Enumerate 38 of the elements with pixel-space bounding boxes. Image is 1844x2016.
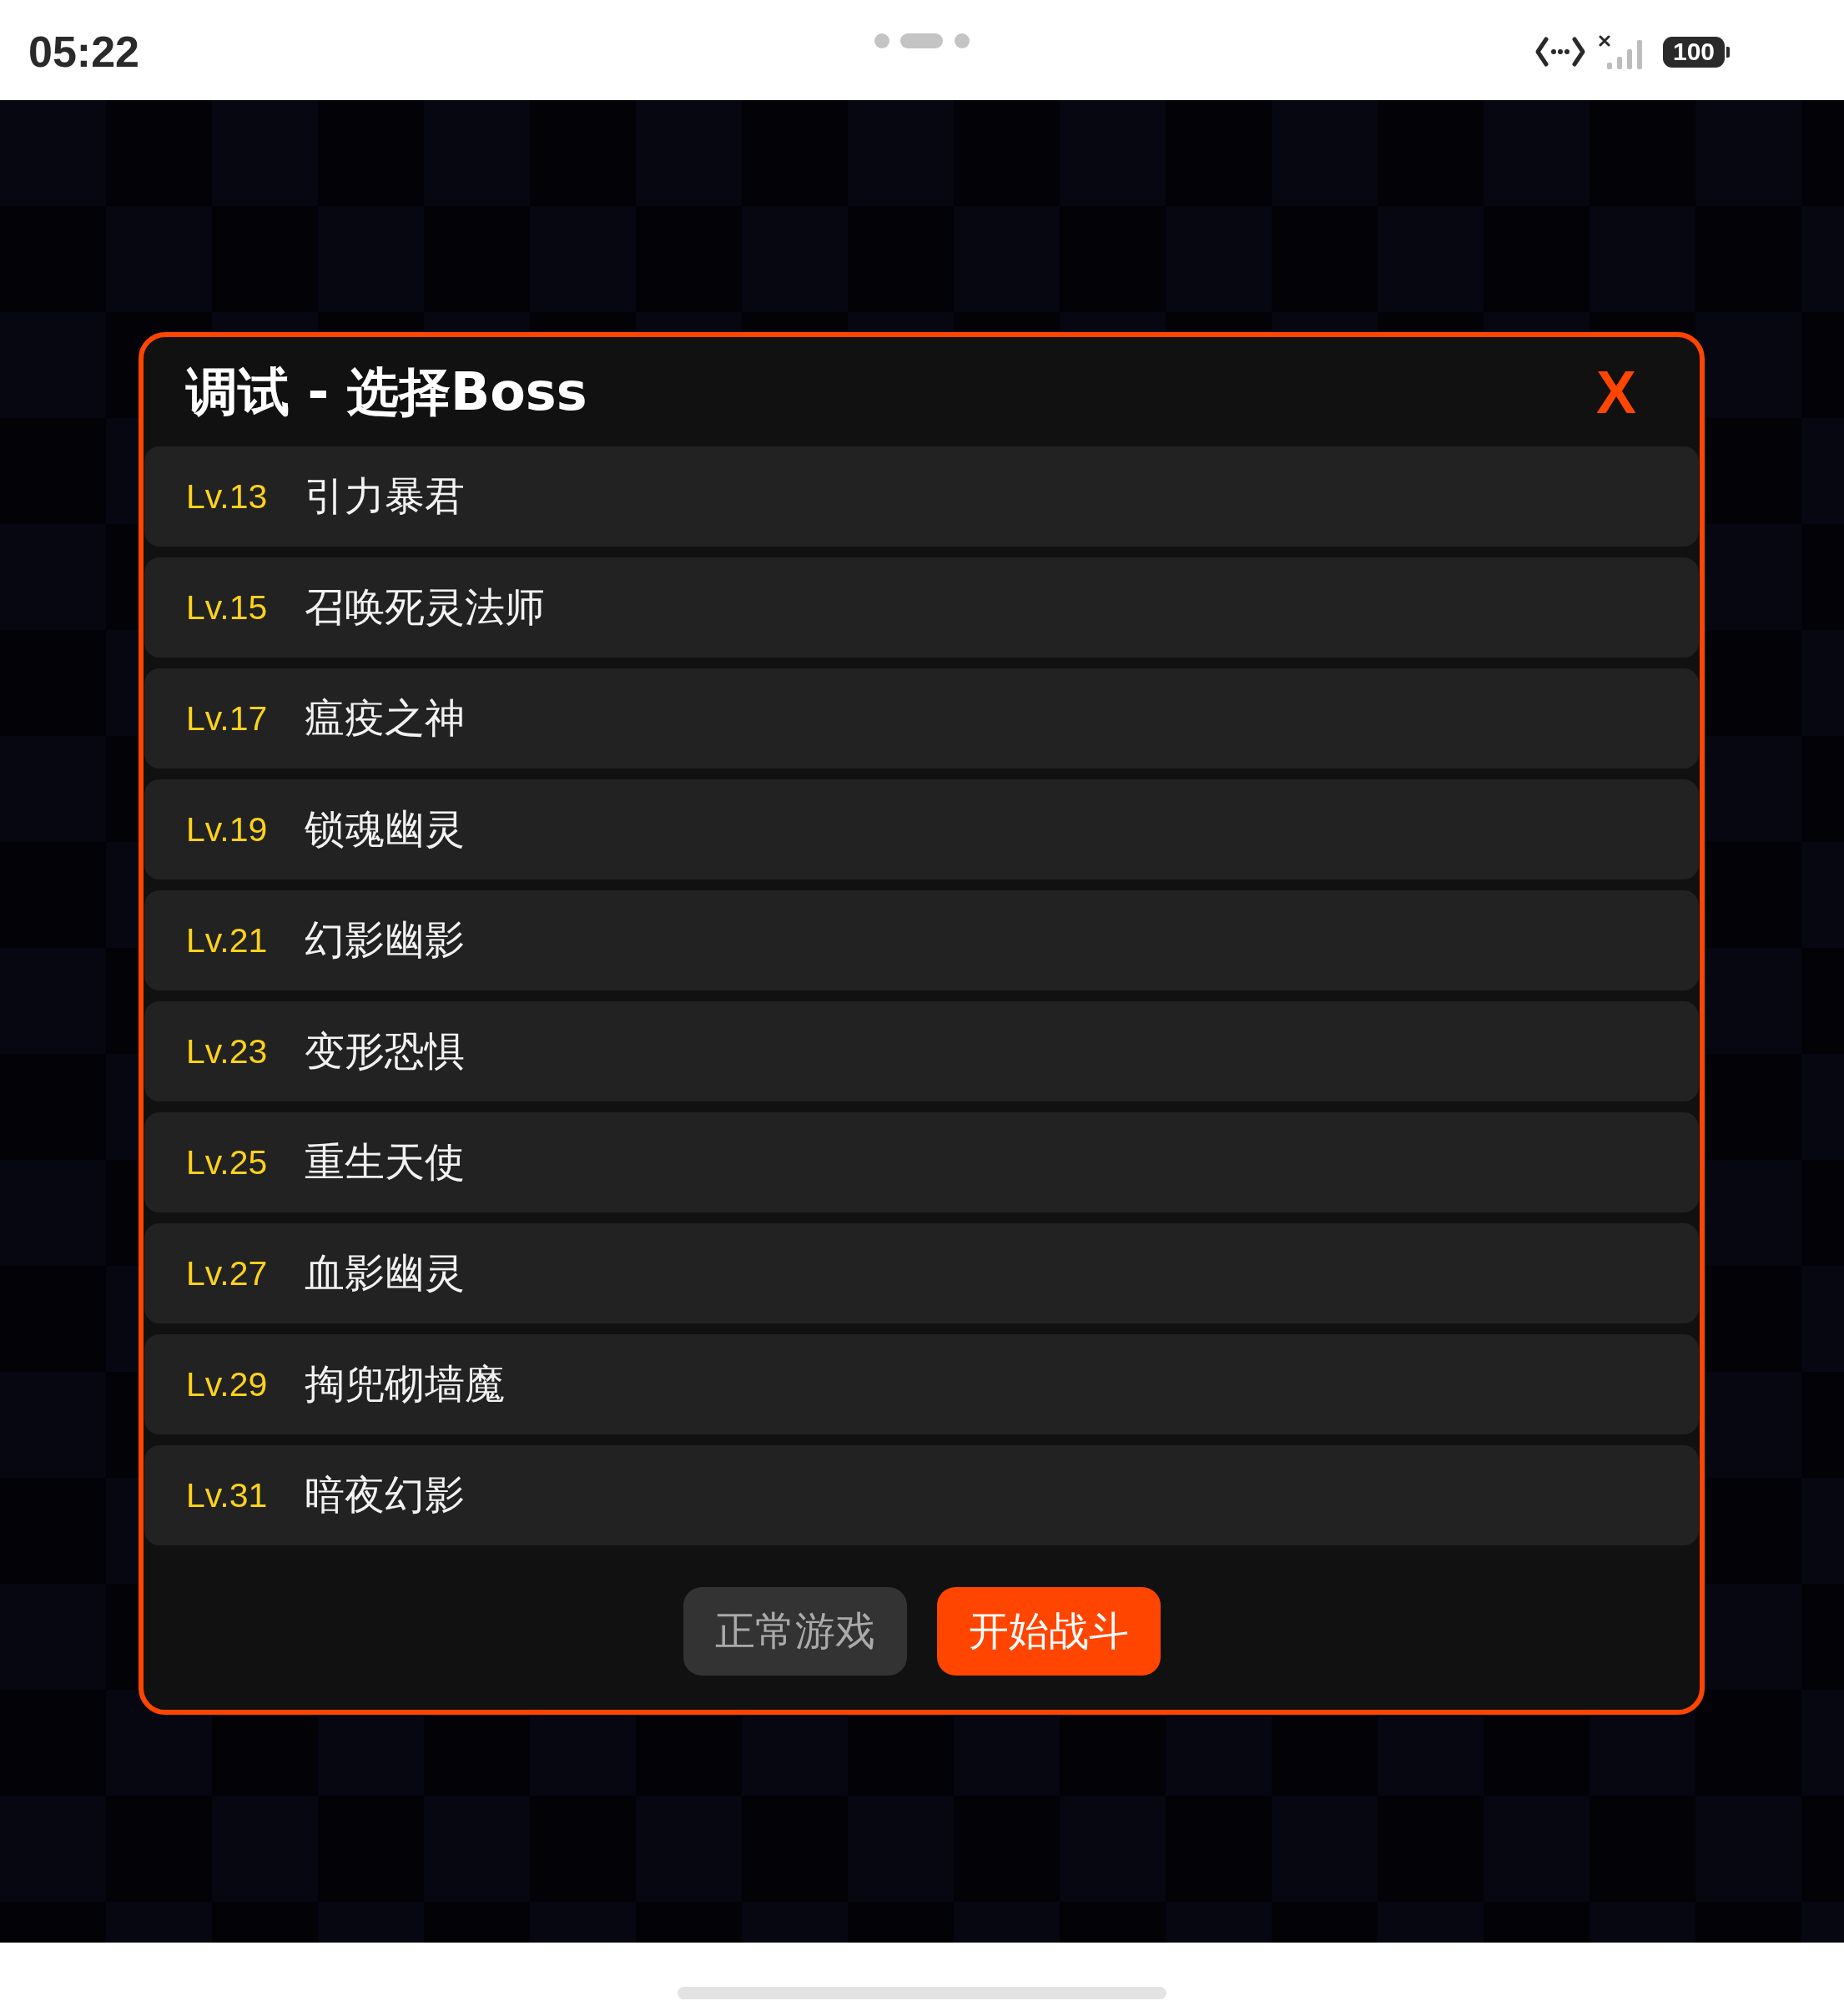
boss-list-item[interactable]: Lv.27 血影幽灵 [144,1223,1699,1323]
boss-name: 重生天使 [305,1137,465,1187]
close-button[interactable]: X [1594,361,1638,422]
boss-name: 引力暴君 [305,471,465,521]
boss-name: 幻影幽影 [305,915,465,965]
boss-list-item[interactable]: Lv.25 重生天使 [144,1112,1699,1212]
boss-name: 召唤死灵法师 [305,582,545,632]
boss-list-item[interactable]: Lv.17 瘟疫之神 [144,668,1699,769]
boss-name: 血影幽灵 [305,1248,465,1298]
boss-name: 暗夜幻影 [305,1470,465,1520]
battery-indicator: 100 [1663,36,1730,68]
boss-list-item[interactable]: Lv.15 召唤死灵法师 [144,557,1699,658]
boss-level: Lv.15 [186,587,269,627]
boss-level: Lv.29 [186,1364,269,1404]
home-indicator[interactable] [678,1987,1166,1999]
boss-level: Lv.19 [186,809,269,849]
boss-list-item[interactable]: Lv.23 变形恐惧 [144,1001,1699,1101]
boss-level: Lv.27 [186,1253,269,1293]
secondary-button[interactable]: 正常游戏 [683,1587,907,1676]
boss-list-item[interactable]: Lv.31 暗夜幻影 [144,1445,1699,1545]
boss-level: Lv.13 [186,476,269,517]
status-time: 05:22 [28,27,139,77]
boss-level: Lv.23 [186,1031,269,1071]
boss-level: Lv.31 [186,1475,269,1515]
boss-level: Lv.21 [186,920,269,960]
boss-name: 变形恐惧 [305,1026,465,1076]
boss-name: 锁魂幽灵 [305,804,465,854]
boss-list-item[interactable]: Lv.19 锁魂幽灵 [144,779,1699,879]
boss-level: Lv.17 [186,698,269,738]
boss-list-item[interactable]: Lv.13 引力暴君 [144,446,1699,547]
boss-level: Lv.25 [186,1142,269,1182]
window-handle-icon[interactable] [874,33,970,48]
boss-name: 瘟疫之神 [305,693,465,743]
brackets-dots-icon [1534,35,1586,68]
boss-name: 掏兜砌墙魔 [305,1359,505,1409]
dialog-title: 调试 - 选择Boss [186,360,587,424]
boss-list-item[interactable]: Lv.29 掏兜砌墙魔 [144,1334,1699,1434]
boss-list-item[interactable]: Lv.21 幻影幽影 [144,890,1699,990]
